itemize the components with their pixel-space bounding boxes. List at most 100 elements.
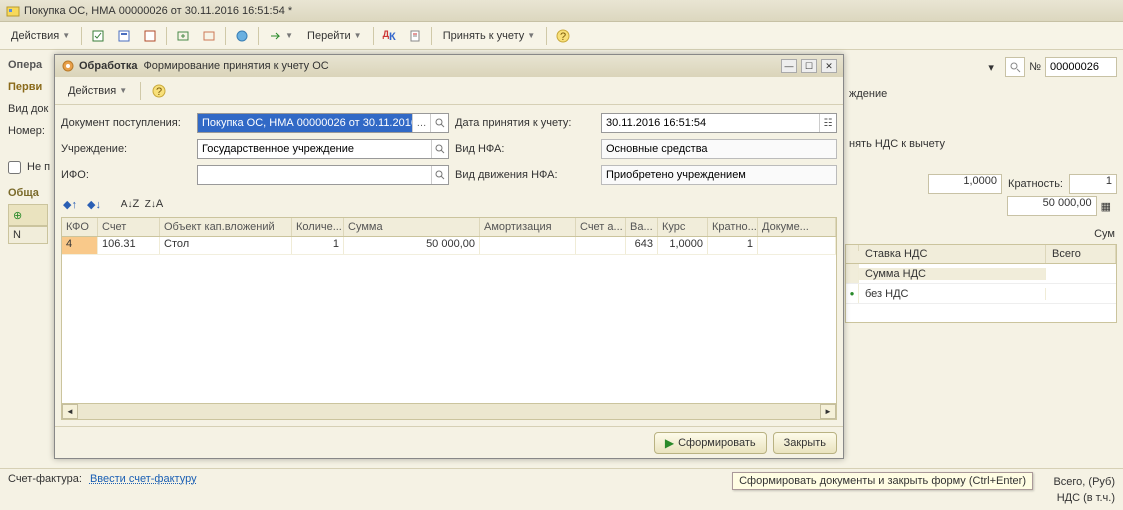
col-amort[interactable]: Амортизация xyxy=(480,218,576,236)
total-label: Всего, (Руб) xyxy=(1053,474,1115,490)
col-val[interactable]: Ва... xyxy=(626,218,658,236)
modal-title-1: Обработка xyxy=(79,60,137,72)
separator xyxy=(373,27,374,45)
bg-n-header: N xyxy=(13,229,21,241)
toolbar-icon-doc[interactable] xyxy=(403,25,427,47)
close-modal-button[interactable]: Закрыть xyxy=(773,432,837,454)
close-button-label: Закрыть xyxy=(784,437,826,449)
vat-col-sum: Сумма НДС xyxy=(859,268,1046,280)
sum-label: Сум xyxy=(1094,228,1115,240)
right-panel: ждение нять НДС к вычету 1,0000 Кратност… xyxy=(843,82,1123,196)
chevron-down-icon: ▼ xyxy=(285,31,293,40)
grid-body[interactable]: 4 106.31 Стол 1 50 000,00 643 1,0000 1 xyxy=(62,237,836,403)
sort-desc-icon[interactable]: Z↓A xyxy=(145,195,163,213)
dropdown-icon[interactable]: ▾ xyxy=(981,57,1001,77)
ellipsis-icon[interactable]: … xyxy=(412,114,430,132)
maximize-button[interactable]: ☐ xyxy=(801,59,817,73)
bottom-bar: Счет-фактура: Ввести счет-фактуру xyxy=(0,468,1123,510)
cell-kol: 1 xyxy=(292,237,344,254)
close-button[interactable]: ✕ xyxy=(821,59,837,73)
toolbar-icon-4[interactable] xyxy=(171,25,195,47)
toolbar-icon-5[interactable] xyxy=(197,25,221,47)
field-date[interactable]: ☷ xyxy=(601,113,837,133)
toolbar-icon-dk[interactable]: ДК xyxy=(378,25,401,47)
totals: Всего, (Руб) НДС (в т.ч.) xyxy=(1053,474,1115,506)
cell-amort xyxy=(480,237,576,254)
goto-menu[interactable]: Перейти▼ xyxy=(300,25,369,47)
cell-schet: 106.31 xyxy=(98,237,160,254)
field-doc-post[interactable]: Покупка ОС, НМА 00000026 от 30.11.2016 1… xyxy=(197,113,449,133)
toolbar-icon-6[interactable] xyxy=(230,25,254,47)
kratnost-field[interactable]: 1 xyxy=(1069,174,1117,194)
field-vid-nfa xyxy=(601,139,837,159)
col-summa[interactable]: Сумма xyxy=(344,218,480,236)
lookup-icon[interactable] xyxy=(431,166,448,184)
modal-help-icon[interactable]: ? xyxy=(147,80,171,102)
field-ifo[interactable] xyxy=(197,165,449,185)
col-dokum[interactable]: Докуме... xyxy=(758,218,836,236)
cell-kurs: 1,0000 xyxy=(658,237,708,254)
number-input[interactable] xyxy=(1045,57,1117,77)
sort-asc-icon[interactable]: A↓Z xyxy=(121,195,139,213)
field-uchr[interactable] xyxy=(197,139,449,159)
form-button[interactable]: ▶Сформировать xyxy=(654,432,767,454)
toolbar-icon-7[interactable]: ▼ xyxy=(263,25,298,47)
sf-label: Счет-фактура: xyxy=(8,473,82,485)
scroll-left-icon[interactable]: ◄ xyxy=(62,404,78,419)
col-schet[interactable]: Счет xyxy=(98,218,160,236)
grid-scrollbar[interactable]: ◄ ► xyxy=(62,403,836,419)
label-vid-nfa: Вид НФА: xyxy=(455,143,595,155)
minimize-button[interactable]: — xyxy=(781,59,797,73)
input-ifo[interactable] xyxy=(198,166,431,184)
separator xyxy=(81,27,82,45)
separator xyxy=(431,27,432,45)
add-row-icon[interactable]: ⊕ xyxy=(13,209,22,222)
calculator-icon[interactable]: ▦ xyxy=(1101,200,1111,213)
input-uchr[interactable] xyxy=(198,140,431,158)
lookup-icon[interactable] xyxy=(430,114,448,132)
col-kratno[interactable]: Кратно... xyxy=(708,218,758,236)
col-obj[interactable]: Объект кап.вложений xyxy=(160,218,292,236)
col-scheta[interactable]: Счет а... xyxy=(576,218,626,236)
cell-summa: 50 000,00 xyxy=(344,237,480,254)
vat-header: Ставка НДС Всего xyxy=(846,245,1116,264)
modal-footer: ▶Сформировать Закрыть xyxy=(55,426,843,458)
peek-edenie: ждение xyxy=(849,88,887,100)
modal-dialog: Обработка Формирование принятия к учету … xyxy=(54,54,844,459)
col-kurs[interactable]: Курс xyxy=(658,218,708,236)
vat-table: Ставка НДС Всего Сумма НДС ● без НДС xyxy=(845,244,1117,323)
amount-value: 50 000,00 xyxy=(1007,196,1097,216)
grid-row-1[interactable]: 4 106.31 Стол 1 50 000,00 643 1,0000 1 xyxy=(62,237,836,255)
lookup-icon[interactable] xyxy=(431,140,448,158)
col-kfo[interactable]: КФО xyxy=(62,218,98,236)
col-kol[interactable]: Количе... xyxy=(292,218,344,236)
help-icon[interactable]: ? xyxy=(551,25,575,47)
toolbar-icon-2[interactable] xyxy=(112,25,136,47)
nds-label: НДС (в т.ч.) xyxy=(1053,490,1115,506)
window-title: Покупка ОС, НМА 00000026 от 30.11.2016 1… xyxy=(24,5,292,17)
cell-dokum xyxy=(758,237,836,254)
search-button[interactable] xyxy=(1005,57,1025,77)
move-down-icon[interactable]: ◆↓ xyxy=(85,195,103,213)
value-vid-dvizh xyxy=(602,166,836,184)
move-up-icon[interactable]: ◆↑ xyxy=(61,195,79,213)
modal-toolbar: Действия▼ ? xyxy=(55,77,843,105)
accept-button[interactable]: Принять к учету▼ xyxy=(436,25,542,47)
input-date[interactable] xyxy=(602,114,819,132)
toolbar-icon-1[interactable] xyxy=(86,25,110,47)
rate-field[interactable]: 1,0000 xyxy=(928,174,1002,194)
sf-link[interactable]: Ввести счет-фактуру xyxy=(90,473,197,485)
cell-kfo: 4 xyxy=(62,237,98,254)
row-marker-icon: ● xyxy=(850,289,855,298)
main-toolbar: Действия▼ ▼ Перейти▼ ДК Принять к учету▼… xyxy=(0,22,1123,50)
bg-checkbox[interactable] xyxy=(8,161,21,174)
calendar-icon[interactable]: ☷ xyxy=(819,114,836,132)
vat-row-1[interactable]: ● без НДС xyxy=(846,284,1116,304)
actions-menu[interactable]: Действия▼ xyxy=(4,25,77,47)
separator xyxy=(258,27,259,45)
toolbar-icon-3[interactable] xyxy=(138,25,162,47)
modal-icon xyxy=(61,59,75,73)
modal-actions-menu[interactable]: Действия▼ xyxy=(61,80,134,102)
scroll-right-icon[interactable]: ► xyxy=(820,404,836,419)
label-doc-post: Документ поступления: xyxy=(61,117,191,129)
